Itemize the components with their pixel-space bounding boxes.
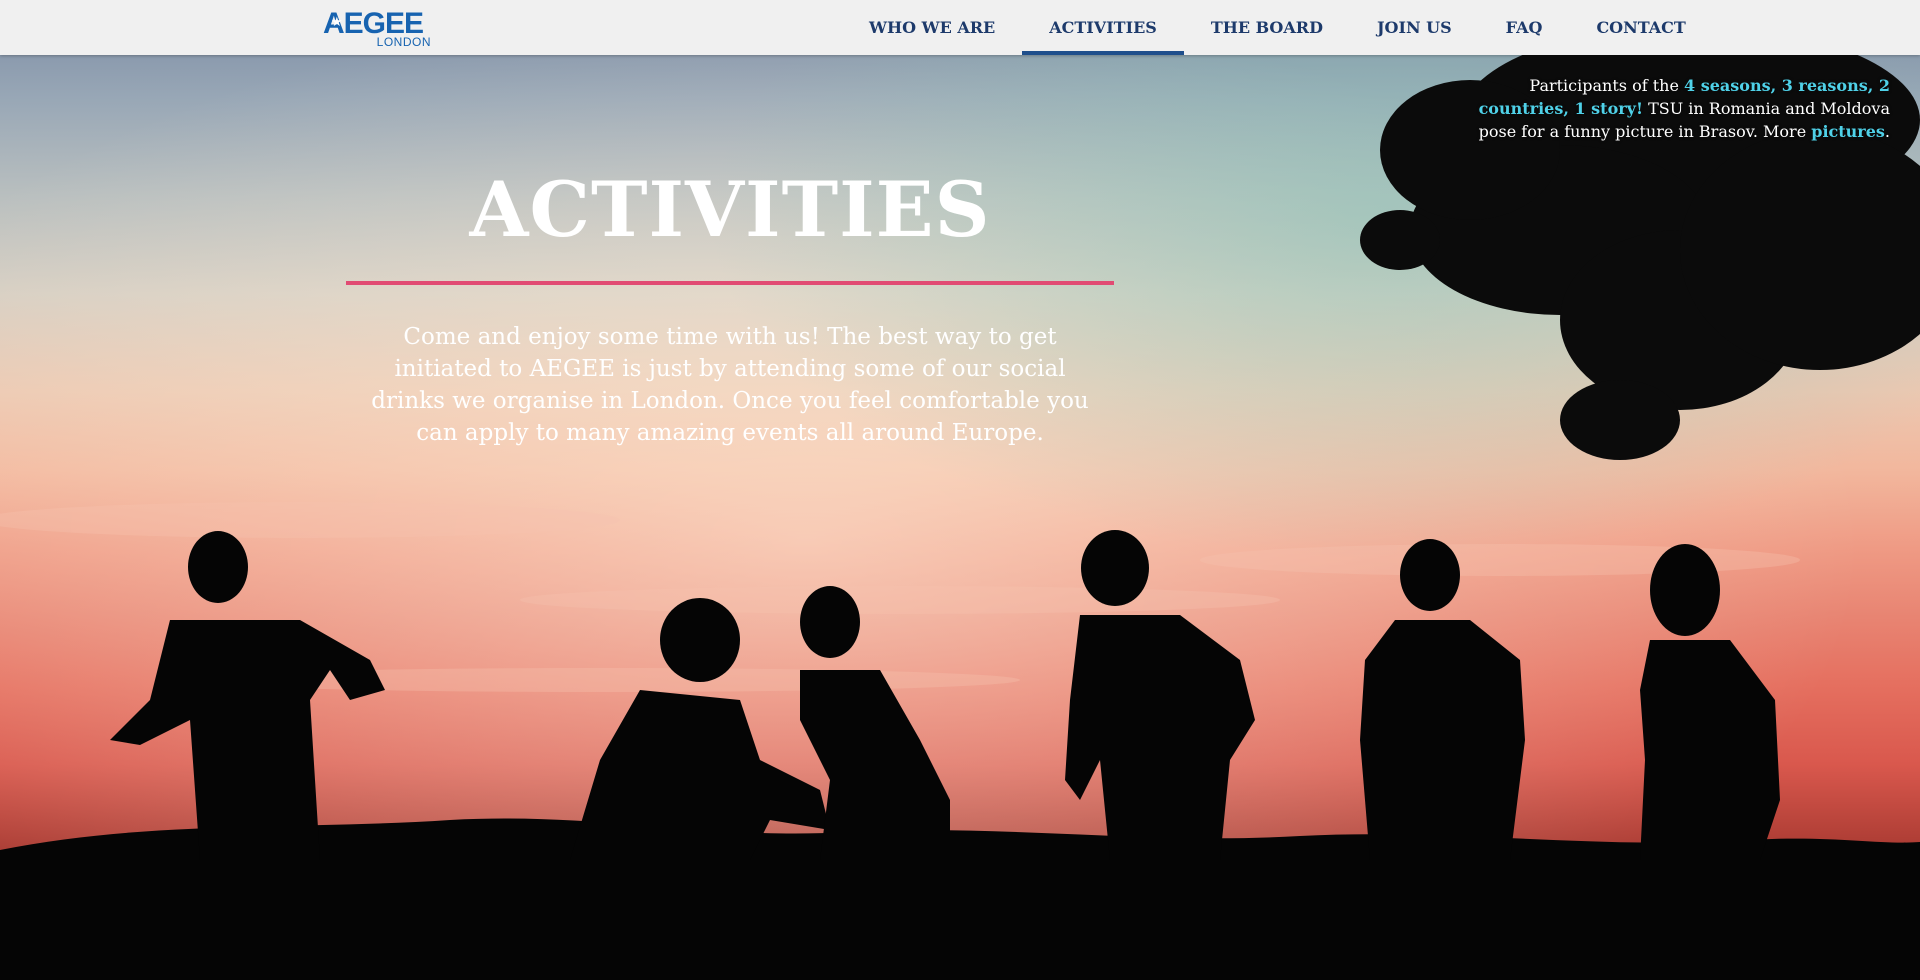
hero-description: Come and enjoy some time with us! The be… <box>371 324 1089 446</box>
nav-item-contact[interactable]: CONTACT <box>1569 0 1712 55</box>
caption-prefix: Participants of the <box>1529 76 1684 95</box>
star-icon: ★ <box>331 15 343 30</box>
page-title: ACTIVITIES <box>469 165 991 254</box>
nav-item-activities[interactable]: ACTIVITIES <box>1022 0 1184 55</box>
nav-item-who-we-are[interactable]: WHO WE ARE <box>842 0 1022 55</box>
caption-suffix: . <box>1884 122 1890 141</box>
main-navigation: WHO WE ARE ACTIVITIES THE BOARD JOIN US … <box>842 0 1713 55</box>
page: AEGEE ★ LONDON WHO WE ARE ACTIVITIES THE… <box>0 0 1920 980</box>
photo-caption: Participants of the 4 seasons, 3 reasons… <box>1470 74 1890 143</box>
hero-section: ACTIVITIES Come and enjoy some time with… <box>346 160 1114 449</box>
aegee-london-logo[interactable]: AEGEE ★ LONDON <box>323 9 433 50</box>
nav-item-the-board[interactable]: THE BOARD <box>1184 0 1350 55</box>
silhouette-scene <box>0 0 1920 980</box>
logo-subtitle: LONDON <box>376 35 431 49</box>
top-navbar: AEGEE ★ LONDON WHO WE ARE ACTIVITIES THE… <box>0 0 1920 55</box>
nav-item-join-us[interactable]: JOIN US <box>1350 0 1479 55</box>
pictures-link[interactable]: pictures <box>1811 122 1885 141</box>
hero-background-photo <box>0 0 1920 980</box>
nav-item-faq[interactable]: FAQ <box>1479 0 1570 55</box>
title-divider <box>346 281 1114 285</box>
